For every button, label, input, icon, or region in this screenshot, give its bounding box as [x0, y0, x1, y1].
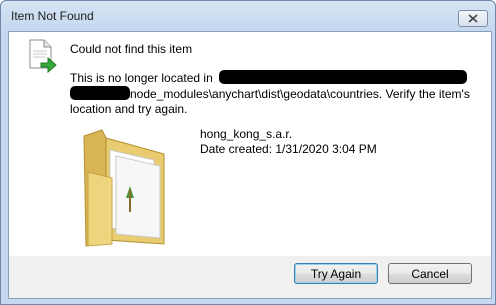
- try-again-button[interactable]: Try Again: [294, 263, 378, 284]
- cancel-button[interactable]: Cancel: [388, 263, 472, 284]
- message-line-3: location and try again.: [70, 102, 188, 116]
- redacted-path-segment: [70, 86, 130, 100]
- title-bar[interactable]: Item Not Found: [1, 1, 495, 31]
- message-line-1: This is no longer located in: [70, 70, 482, 86]
- dialog-window: Item Not Found Could not find this item …: [0, 0, 496, 305]
- item-date-created: Date created: 1/31/2020 3:04 PM: [200, 142, 377, 156]
- close-button[interactable]: [458, 10, 488, 27]
- message-line-2: node_modules\anychart\dist\geodata\count…: [70, 86, 482, 102]
- folder-icon: [83, 129, 165, 247]
- dialog-client-area: Could not find this item This is no long…: [8, 31, 492, 299]
- window-title: Item Not Found: [11, 9, 94, 23]
- item-name: hong_kong_s.a.r.: [200, 127, 293, 141]
- dialog-heading: Could not find this item: [70, 42, 193, 56]
- redacted-path-segment: [219, 70, 468, 84]
- dialog-message: This is no longer located in node_module…: [70, 70, 482, 117]
- document-with-arrow-icon: [29, 39, 57, 74]
- dialog-content: Could not find this item This is no long…: [9, 32, 491, 256]
- close-icon: [468, 14, 478, 23]
